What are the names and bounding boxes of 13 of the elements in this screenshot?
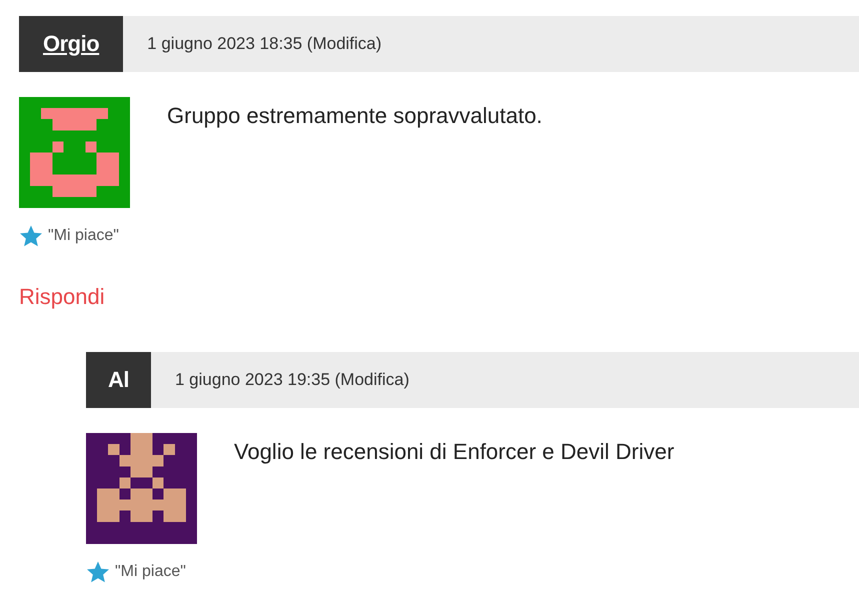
star-icon[interactable]	[86, 560, 110, 584]
comment-text: Gruppo estremamente sopravvalutato.	[167, 103, 542, 130]
like-label[interactable]: "Mi piace"	[48, 227, 119, 245]
star-icon[interactable]	[19, 224, 43, 248]
author-link[interactable]: Orgio	[19, 16, 124, 72]
like-label[interactable]: "Mi piace"	[115, 563, 186, 581]
avatar-icon	[86, 433, 197, 544]
reply-link[interactable]: Rispondi	[19, 284, 105, 310]
author-name: Al	[86, 352, 151, 408]
avatar-icon	[19, 97, 130, 208]
comment-text: Voglio le recensioni di Enforcer e Devil Driver	[234, 439, 674, 466]
comment-date: 1 giugno 2023 18:35 (Modifica)	[146, 33, 382, 55]
comment-date: 1 giugno 2023 19:35 (Modifica)	[174, 369, 410, 391]
